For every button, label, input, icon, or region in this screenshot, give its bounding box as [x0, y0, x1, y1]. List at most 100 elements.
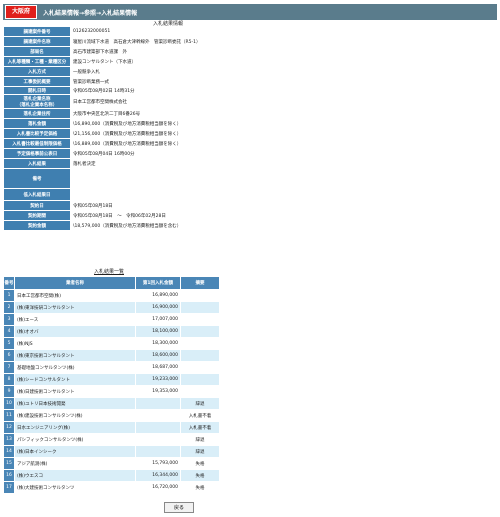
info-row: 入札結果 落札者決定: [3, 158, 333, 169]
header-number: 番号: [3, 276, 15, 290]
info-label: 落札企業住所: [3, 108, 71, 119]
row-number: 11: [3, 409, 15, 422]
bid-remark: [180, 313, 220, 326]
header-remark: 摘要: [180, 276, 220, 290]
table-row: 16 (株)ウエスコ 16,344,000 失格: [3, 469, 220, 482]
info-value: 大阪市中央区北浜二丁目6番26号: [70, 108, 333, 119]
info-value: \21,156,000（消費税及び地方消費税相当額を除く）: [70, 128, 333, 139]
info-row: 調達案件番号 0126232000051: [3, 26, 333, 37]
table-row: 7 基礎地盤コンサルタンツ(株) 18,687,000: [3, 361, 220, 374]
results-table: 番号 業者名称 第1回入札金額 摘要 1 日本工営都市空間(株) 16,890,00…: [3, 276, 220, 494]
table-row: 6 (株)東京技術コンサルタント 18,600,000: [3, 349, 220, 362]
row-number: 2: [3, 301, 15, 314]
info-label: 工事委託概要: [3, 76, 71, 87]
bid-remark: [180, 301, 220, 314]
info-value: 0126232000051: [70, 26, 333, 37]
bid-remark: 入札書不着: [180, 421, 220, 434]
bid-amount: [135, 421, 181, 434]
table-row: 11 (株)建設技術コンサルタンツ(株) 入札書不着: [3, 409, 220, 422]
bid-remark: 辞退: [180, 397, 220, 410]
bid-remark: 入札書不着: [180, 409, 220, 422]
info-label: 入札等種類・工種・業種区分: [3, 56, 71, 67]
company-name: (株)シードコンサルタント: [14, 373, 136, 386]
info-table: 調達案件番号 0126232000051 調達案件名称 寝屋川流域下水道 高石倉大津幹…: [3, 26, 333, 231]
row-number: 4: [3, 325, 15, 338]
row-number: 10: [3, 397, 15, 410]
info-label: 部局名: [3, 46, 71, 57]
company-name: 日本工営都市空間(株): [14, 289, 136, 302]
info-value: \16,890,000（消費税及び地方消費税相当額を除く）: [70, 118, 333, 129]
info-value: 落札者決定: [70, 158, 333, 169]
row-number: 3: [3, 313, 15, 326]
company-name: (株)東京技術コンサルタント: [14, 349, 136, 362]
bid-amount: 18,100,000: [135, 325, 181, 338]
info-row: 入札等種類・工種・業種区分 建設コンサルタント（下水道）: [3, 56, 333, 67]
info-label: 契約期間: [3, 210, 71, 221]
company-name: (株)日建技術コンサルタント: [14, 385, 136, 398]
info-value: [70, 168, 333, 189]
info-row: 低入札結果日: [3, 188, 333, 201]
info-label: 予定価格事前公表日: [3, 148, 71, 159]
info-row: 工事委託概要 管渠診断業務一式: [3, 76, 333, 87]
company-name: (株)東洋技研コンサルタント: [14, 301, 136, 314]
info-value: 令和05年08月02日 14時31分: [70, 86, 333, 95]
info-label: 開札日時: [3, 86, 71, 95]
bid-remark: [180, 349, 220, 362]
bid-amount: 15,793,000: [135, 457, 181, 470]
row-number: 7: [3, 361, 15, 374]
row-number: 13: [3, 433, 15, 446]
company-name: (株)NJS: [14, 337, 136, 350]
bid-amount: 17,007,000: [135, 313, 181, 326]
info-row: 入札書比較予定価格 \21,156,000（消費税及び地方消費税相当額を除く）: [3, 128, 333, 139]
info-row: 予定価格事前公表日 令和05年08月04日 16時00分: [3, 148, 333, 159]
company-name: (株)エース: [14, 313, 136, 326]
info-row: 備考: [3, 168, 333, 189]
bid-amount: 19,353,000: [135, 385, 181, 398]
company-name: (株)日本インシーク: [14, 445, 136, 458]
info-value: 建設コンサルタント（下水道）: [70, 56, 333, 67]
company-name: (株)大建技術コンサルタンツ: [14, 481, 136, 494]
info-label: 入札方式: [3, 66, 71, 77]
info-row: 契約金額 \18,579,000（消費税及び地方消費税相当額を含む）: [3, 220, 333, 231]
results-section-title: 入札結果一覧: [93, 269, 124, 275]
back-button[interactable]: 戻る: [164, 502, 194, 513]
bid-remark: [180, 325, 220, 338]
info-row: 開札日時 令和05年08月02日 14時31分: [3, 86, 333, 95]
info-value: 管渠診断業務一式: [70, 76, 333, 87]
info-row: 調達案件名称 寝屋川流域下水道 高石倉大津幹線外 管渠診断委託（R5-1）: [3, 36, 333, 47]
info-label: 契約日: [3, 200, 71, 211]
info-label: 落札金額: [3, 118, 71, 129]
bid-amount: 16,720,000: [135, 481, 181, 494]
site-logo[interactable]: 大阪府: [5, 5, 38, 19]
bid-remark: 辞退: [180, 433, 220, 446]
table-row: 12 日水エンジニアリング(株) 入札書不着: [3, 421, 220, 434]
company-name: 日水エンジニアリング(株): [14, 421, 136, 434]
info-row: 入札書比較最低制限価格 \16,889,000（消費税及び地方消費税相当額を除く）: [3, 138, 333, 149]
table-row: 13 パシフィックコンサルタンツ(株) 辞退: [3, 433, 220, 446]
table-row: 17 (株)大建技術コンサルタンツ 16,720,000 失格: [3, 481, 220, 494]
bid-remark: 失格: [180, 481, 220, 494]
info-label: 契約金額: [3, 220, 71, 231]
row-number: 1: [3, 289, 15, 302]
bid-amount: 16,890,000: [135, 289, 181, 302]
header-bar: 大阪府 入札結果情報→参照→入札結果情報: [3, 4, 497, 20]
company-name: (株)建設技術コンサルタンツ(株): [14, 409, 136, 422]
bid-remark: 辞退: [180, 445, 220, 458]
breadcrumb: 入札結果情報→参照→入札結果情報: [43, 9, 138, 17]
table-row: 15 アジア航測(株) 15,793,000 失格: [3, 457, 220, 470]
table-row: 9 (株)日建技術コンサルタント 19,353,000: [3, 385, 220, 398]
info-row: 落札金額 \16,890,000（消費税及び地方消費税相当額を除く）: [3, 118, 333, 129]
row-number: 14: [3, 445, 15, 458]
info-label: 備考: [3, 168, 71, 189]
bid-amount: 19,233,000: [135, 373, 181, 386]
results-header-row: 番号 業者名称 第1回入札金額 摘要: [3, 276, 220, 290]
info-label: 入札結果: [3, 158, 71, 169]
bid-remark: 失格: [180, 469, 220, 482]
bid-amount: [135, 409, 181, 422]
info-value: 令和05年08月18日: [70, 200, 333, 211]
bid-amount: 16,344,000: [135, 469, 181, 482]
row-number: 12: [3, 421, 15, 434]
table-row: 5 (株)NJS 18,300,000: [3, 337, 220, 350]
row-number: 17: [3, 481, 15, 494]
bid-amount: 16,900,000: [135, 301, 181, 314]
